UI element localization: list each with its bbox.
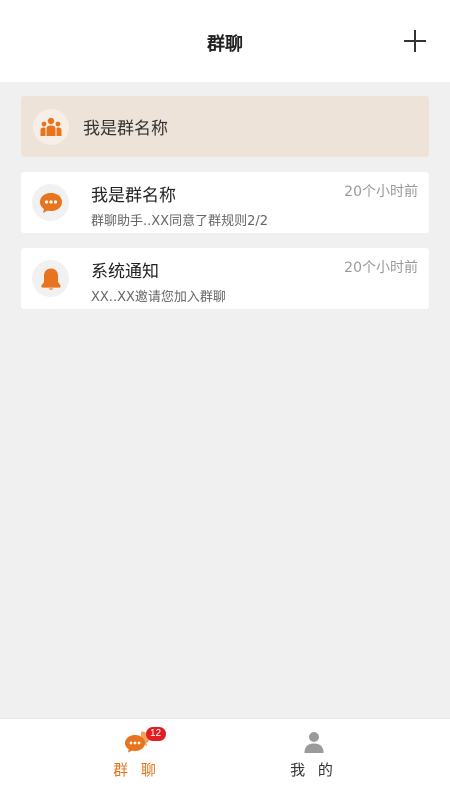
conversation-time: 20个小时前 xyxy=(344,260,418,276)
conversation-time: 20个小时前 xyxy=(344,184,418,200)
list-item[interactable]: 我是群名称 群聊助手..XX同意了群规则2/2 20个小时前 xyxy=(21,172,429,233)
conversation-preview: XX..XX邀请您加入群聊 xyxy=(91,290,226,305)
plus-icon[interactable] xyxy=(402,28,428,54)
conversation-title: 系统通知 xyxy=(91,262,159,282)
tab-label: 我 的 xyxy=(290,761,337,779)
person-icon xyxy=(301,731,327,755)
tab-mine[interactable]: 我 的 xyxy=(201,719,426,800)
list-item[interactable]: 系统通知 XX..XX邀请您加入群聊 20个小时前 xyxy=(21,248,429,309)
conversation-title: 我是群名称 xyxy=(91,186,176,206)
app-header: 群聊 xyxy=(0,0,450,82)
unread-badge: 12 xyxy=(145,727,166,741)
bell-icon xyxy=(32,260,69,297)
bottom-tab-bar: 12 群 聊 我 的 xyxy=(0,718,450,800)
group-card[interactable]: 我是群名称 xyxy=(21,96,429,157)
group-people-icon xyxy=(33,108,69,145)
conversation-preview: 群聊助手..XX同意了群规则2/2 xyxy=(91,214,268,229)
chat-bubbles-icon: 12 xyxy=(124,727,166,755)
page-title: 群聊 xyxy=(207,34,243,55)
group-card-label: 我是群名称 xyxy=(83,119,168,139)
chat-bubble-icon xyxy=(32,184,69,221)
